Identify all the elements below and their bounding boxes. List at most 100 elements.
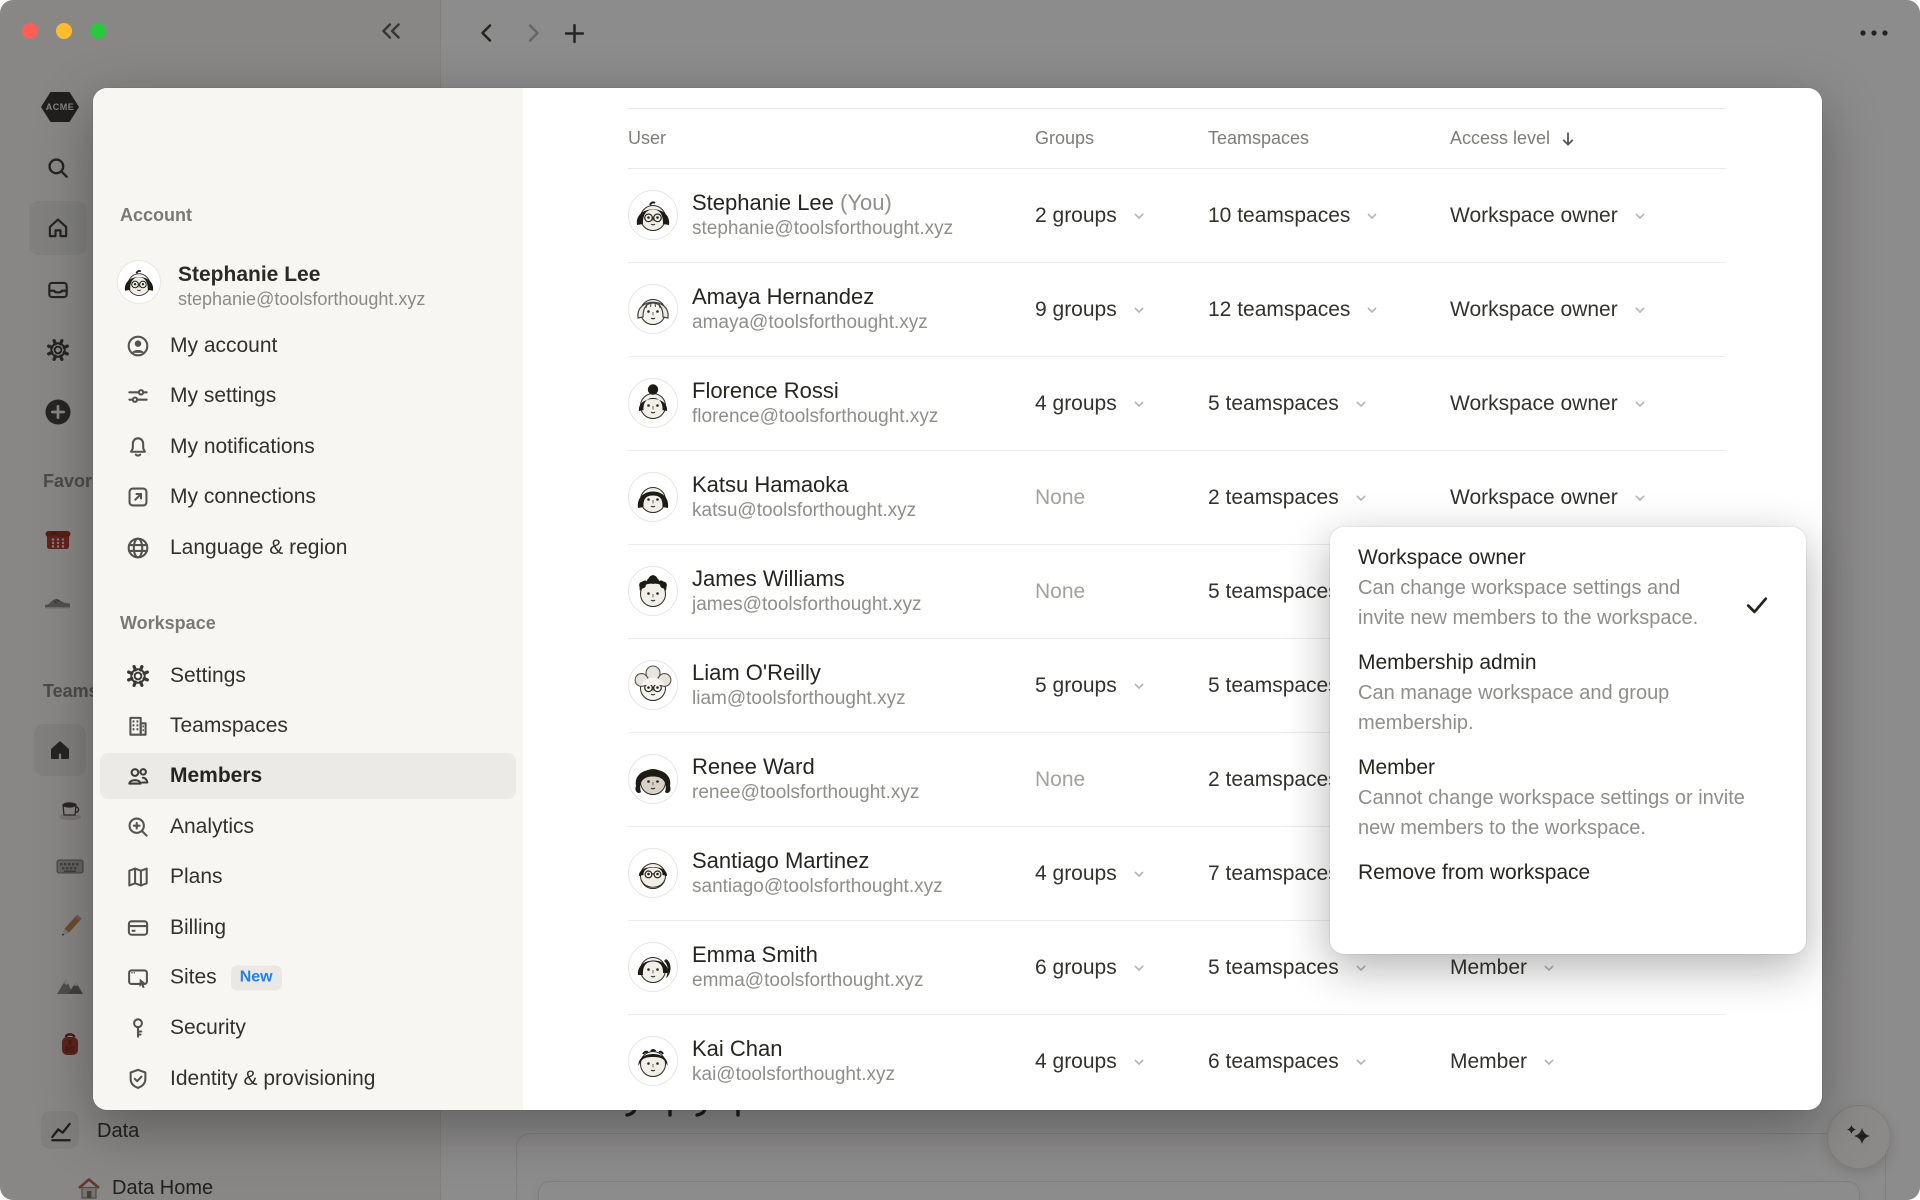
member-email: renee@toolsforthought.xyz [692, 781, 920, 803]
groups-dropdown[interactable]: 6 groups [1035, 956, 1208, 980]
key-icon [125, 1015, 151, 1041]
nav-section-account: Account [120, 205, 192, 225]
menu-item-membership-admin[interactable]: Membership admin Can manage workspace and… [1358, 648, 1782, 738]
menu-item-title: Membership admin [1358, 651, 1537, 674]
user-cell: James Williams james@toolsforthought.xyz [628, 566, 1035, 617]
nav-item-language-region[interactable]: Language & region [93, 523, 523, 573]
menu-item-remove-from-workspace[interactable]: Remove from workspace [1358, 858, 1782, 888]
col-groups: Groups [1035, 128, 1095, 148]
groups-dropdown[interactable]: 2 groups [1035, 204, 1208, 228]
member-name: Stephanie Lee (You) [692, 190, 892, 216]
nav-item-sites[interactable]: Sites New [93, 953, 523, 1003]
nav-item-my-settings[interactable]: My settings [93, 371, 523, 421]
teamspaces-dropdown[interactable]: 5 teamspaces [1208, 392, 1450, 416]
nav-item-label: My settings [170, 384, 277, 407]
table-header: User Groups Teamspaces Access level [628, 108, 1726, 169]
teamspaces-dropdown[interactable]: 5 teamspaces [1208, 956, 1450, 980]
access-level-dropdown[interactable]: Workspace owner [1450, 486, 1726, 510]
teamspaces-dropdown[interactable]: 6 teamspaces [1208, 1050, 1450, 1074]
member-email: amaya@toolsforthought.xyz [692, 311, 928, 333]
member-email: liam@toolsforthought.xyz [692, 687, 906, 709]
chevron-down-icon [1364, 208, 1380, 224]
chevron-down-icon [1131, 396, 1147, 412]
nav-item-analytics[interactable]: Analytics [93, 802, 523, 852]
member-row: Amaya Hernandez amaya@toolsforthought.xyz… [628, 263, 1726, 357]
chevron-down-icon [1353, 490, 1369, 506]
chevron-down-icon [1541, 960, 1557, 976]
member-email: emma@toolsforthought.xyz [692, 969, 924, 991]
teamspaces-dropdown[interactable]: 10 teamspaces [1208, 204, 1450, 228]
nav-item-label: Members [170, 764, 263, 787]
avatar [628, 378, 678, 429]
chevron-down-icon [1131, 960, 1147, 976]
groups-dropdown[interactable]: 4 groups [1035, 1050, 1208, 1074]
menu-item-member[interactable]: Member Cannot change workspace settings o… [1358, 753, 1782, 843]
menu-item-description: Can change workspace settings and invite… [1358, 577, 1699, 629]
menu-item-description: Can manage workspace and group membershi… [1358, 682, 1670, 734]
traffic-light-zoom[interactable] [90, 23, 106, 39]
profile-name: Stephanie Lee [178, 263, 321, 286]
avatar [628, 1036, 678, 1087]
nav-item-content-search[interactable]: Content search [93, 1104, 523, 1110]
avatar [628, 472, 678, 523]
nav-item-my-connections[interactable]: My connections [93, 472, 523, 522]
member-name: Liam O'Reilly [692, 660, 821, 686]
access-level-dropdown[interactable]: Workspace owner [1450, 298, 1726, 322]
nav-item-my-account[interactable]: My account [93, 321, 523, 371]
groups-dropdown[interactable]: 5 groups [1035, 674, 1208, 698]
nav-item-billing[interactable]: Billing [93, 903, 523, 953]
access-level-dropdown[interactable]: Workspace owner [1450, 392, 1726, 416]
chevron-down-icon [1131, 302, 1147, 318]
chevron-down-icon [1632, 302, 1648, 318]
nav-item-settings[interactable]: Settings [93, 651, 523, 701]
member-name: Emma Smith [692, 942, 818, 968]
nav-item-members[interactable]: Members [93, 751, 523, 801]
nav-item-my-notifications[interactable]: My notifications [93, 422, 523, 472]
member-name: Katsu Hamaoka [692, 472, 849, 498]
nav-item-label: Identity & provisioning [170, 1067, 376, 1090]
access-level-dropdown[interactable]: Workspace owner [1450, 204, 1726, 228]
member-row: Kai Chan kai@toolsforthought.xyz 4 groups 6… [628, 1015, 1726, 1108]
avatar [628, 942, 678, 993]
member-email: kai@toolsforthought.xyz [692, 1063, 896, 1085]
groups-dropdown[interactable]: 4 groups [1035, 392, 1208, 416]
nav-item-teamspaces[interactable]: Teamspaces [93, 701, 523, 751]
building-icon [125, 713, 151, 739]
menu-item-title: Member [1358, 756, 1436, 779]
nav-item-label: Analytics [170, 815, 255, 838]
nav-item-security[interactable]: Security [93, 1003, 523, 1053]
user-cell: Liam O'Reilly liam@toolsforthought.xyz [628, 660, 1035, 711]
user-cell: Amaya Hernandez amaya@toolsforthought.xyz [628, 284, 1035, 335]
traffic-light-minimize[interactable] [56, 23, 72, 39]
avatar [117, 260, 161, 304]
member-name: Renee Ward [692, 754, 815, 780]
browser-cursor-icon [125, 965, 151, 991]
traffic-light-close[interactable] [22, 23, 38, 39]
access-level-dropdown[interactable]: Member [1450, 1050, 1726, 1074]
bell-icon [125, 434, 151, 460]
member-email: florence@toolsforthought.xyz [692, 405, 939, 427]
nav-item-plans[interactable]: Plans [93, 852, 523, 902]
chevron-down-icon [1632, 490, 1648, 506]
member-name: Santiago Martinez [692, 848, 870, 874]
nav-item-label: My account [170, 334, 278, 357]
map-icon [125, 864, 151, 890]
nav-item-label: Sites New [170, 965, 282, 991]
access-level-dropdown[interactable]: Member [1450, 956, 1726, 980]
teamspaces-dropdown[interactable]: 2 teamspaces [1208, 486, 1450, 510]
chevron-down-icon [1353, 960, 1369, 976]
menu-item-workspace-owner[interactable]: Workspace owner Can change workspace sett… [1358, 543, 1782, 633]
member-email: katsu@toolsforthought.xyz [692, 499, 917, 521]
user-cell: Santiago Martinez santiago@toolsforthough… [628, 848, 1035, 899]
groups-dropdown[interactable]: 9 groups [1035, 298, 1208, 322]
nav-item-identity-provisioning[interactable]: Identity & provisioning [93, 1054, 523, 1104]
teamspaces-dropdown[interactable]: 12 teamspaces [1208, 298, 1450, 322]
member-name: Amaya Hernandez [692, 284, 875, 310]
user-cell: Kai Chan kai@toolsforthought.xyz [628, 1036, 1035, 1087]
nav-item-label: My connections [170, 485, 316, 508]
groups-dropdown[interactable]: 4 groups [1035, 862, 1208, 886]
chevron-down-icon [1353, 396, 1369, 412]
chevron-down-icon [1541, 1054, 1557, 1070]
groups-dropdown: None [1035, 579, 1086, 603]
col-access-level[interactable]: Access level [1450, 128, 1726, 149]
